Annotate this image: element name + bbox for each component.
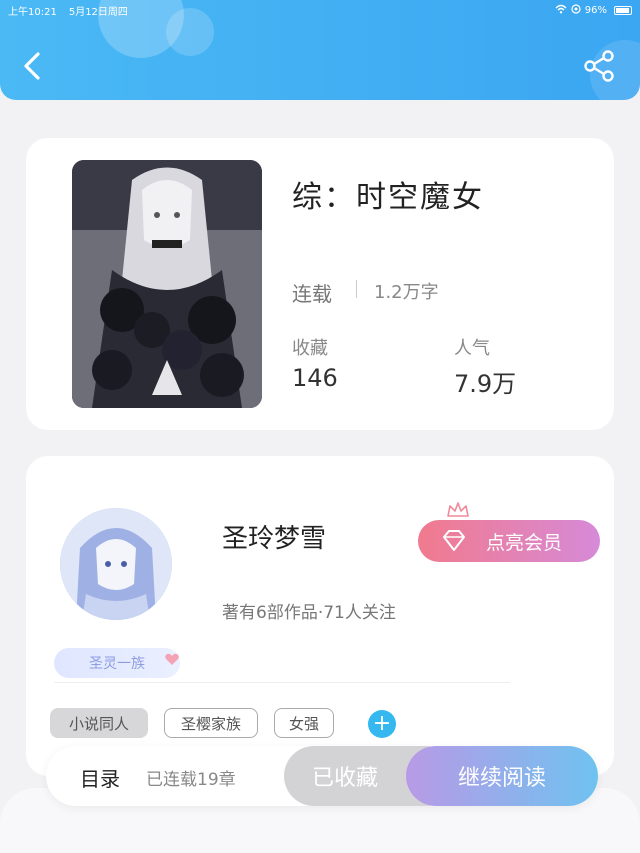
share-icon	[584, 50, 614, 82]
avatar[interactable]	[60, 508, 172, 620]
cover-illustration	[72, 160, 262, 408]
diamond-icon	[443, 530, 465, 551]
tag-chip[interactable]: 圣樱家族	[164, 708, 258, 738]
popularity-value: 7.9万	[454, 370, 517, 398]
crown-icon	[447, 502, 469, 517]
status-date: 5月12日周四	[68, 6, 128, 18]
vip-button-label: 点亮会员	[486, 531, 563, 554]
popularity-label: 人气	[454, 338, 490, 359]
share-button[interactable]	[580, 48, 618, 84]
book-cover[interactable]	[72, 160, 262, 408]
collected-button-label: 已收藏	[312, 766, 379, 791]
vip-button[interactable]: 点亮会员	[418, 520, 600, 562]
author-card: 圣玲梦雪 点亮会员 著有6部作品·71人关注 圣灵一族 小说同人 圣樱家族 女强…	[26, 456, 614, 776]
continue-reading-label: 继续阅读	[457, 766, 546, 791]
battery-percent: 96%	[584, 4, 607, 16]
author-meta: 著有6部作品·71人关注	[222, 603, 396, 623]
author-name[interactable]: 圣玲梦雪	[222, 518, 326, 555]
wifi-icon	[555, 4, 567, 17]
tag-chip[interactable]: 小说同人	[50, 708, 148, 738]
book-status: 连载	[292, 282, 332, 306]
author-badge: 圣灵一族	[54, 648, 180, 678]
status-time: 上午10:21	[8, 6, 57, 18]
divider	[54, 682, 510, 683]
back-button[interactable]	[18, 48, 50, 84]
favorites-label: 收藏	[292, 338, 328, 359]
heart-icon	[165, 653, 179, 665]
add-tag-button[interactable]: +	[368, 710, 396, 738]
toc-button[interactable]: 目录	[80, 763, 120, 792]
book-info-card: 综：时空魔女 连载 1.2万字 收藏 146 人气 7.9万	[26, 138, 614, 430]
battery-icon	[614, 5, 632, 15]
avatar-illustration	[60, 508, 172, 620]
header: 上午10:21 5月12日周四 96%	[0, 0, 640, 100]
plus-icon: +	[372, 711, 392, 736]
status-bar: 上午10:21 5月12日周四 96%	[0, 0, 640, 20]
status-right: 96%	[555, 3, 632, 17]
chevron-left-icon	[24, 52, 40, 80]
bottom-action-bar: 目录 已连载19章 已收藏 继续阅读	[46, 746, 598, 806]
tag-chip[interactable]: 女强	[274, 708, 334, 738]
chapter-count: 已连载19章	[146, 770, 236, 790]
book-word-count: 1.2万字	[374, 282, 439, 303]
continue-reading-button[interactable]: 继续阅读	[406, 746, 598, 806]
divider	[356, 280, 357, 298]
book-title: 综：时空魔女	[292, 180, 484, 215]
location-icon	[571, 3, 581, 17]
favorites-value: 146	[292, 364, 338, 392]
